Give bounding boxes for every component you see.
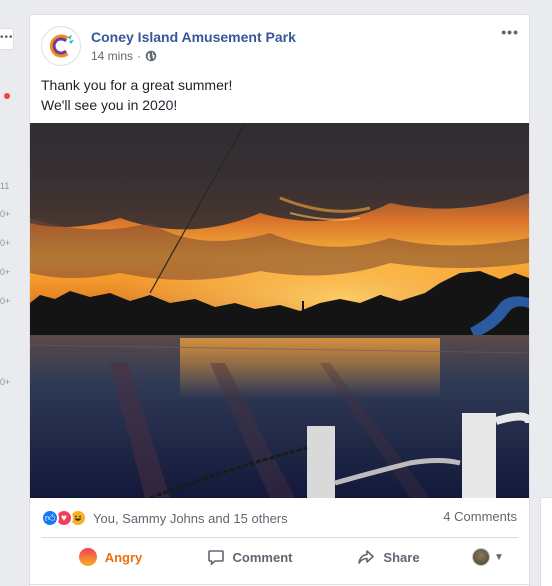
- comment-icon: [207, 550, 224, 566]
- user-avatar: [472, 548, 491, 566]
- reaction-summary[interactable]: 👍︎ ♥ You, Sammy Johns and 15 others: [41, 507, 288, 529]
- sunset-pool-image: [30, 123, 529, 498]
- sidebar-more-button[interactable]: •••: [0, 28, 14, 50]
- post-options-button[interactable]: •••: [501, 25, 519, 39]
- comment-label: Comment: [232, 549, 293, 565]
- post-header: Coney Island Amusement Park 14 mins · ••…: [30, 15, 529, 71]
- post-action-bar: Angry Comment Share ▼: [41, 542, 518, 572]
- sidebar-count: 0+: [0, 377, 11, 387]
- page-avatar[interactable]: [41, 26, 81, 66]
- divider: [30, 584, 529, 585]
- divider: [41, 537, 518, 538]
- post-text-line: Thank you for a great summer!: [41, 77, 233, 93]
- post-meta: 14 mins ·: [91, 49, 157, 63]
- sidebar-count: 0+: [0, 209, 11, 219]
- coney-island-logo-icon: [49, 34, 74, 58]
- post-photo[interactable]: [30, 123, 529, 498]
- share-icon: [358, 550, 375, 564]
- right-panel-fragment: [540, 497, 552, 586]
- reaction-names[interactable]: You, Sammy Johns and 15 others: [93, 511, 288, 526]
- sidebar-count: 11: [0, 181, 10, 191]
- share-button[interactable]: Share: [319, 548, 458, 566]
- comment-button[interactable]: Comment: [180, 548, 319, 566]
- sidebar-count: 0+: [0, 267, 11, 277]
- like-icon: 👍︎: [41, 509, 59, 527]
- sidebar-count: 0+: [0, 238, 11, 248]
- meta-separator: ·: [137, 49, 142, 63]
- post-timestamp[interactable]: 14 mins: [91, 49, 133, 63]
- page-name-link[interactable]: Coney Island Amusement Park: [91, 29, 296, 45]
- post-message: Thank you for a great summer! We'll see …: [41, 75, 232, 115]
- left-sidebar-fragment: ••• 11 0+ 0+ 0+ 0+ 0+: [0, 0, 14, 586]
- chevron-down-icon: ▼: [494, 551, 504, 563]
- comments-count-link[interactable]: 4 Comments: [443, 509, 517, 524]
- angry-reaction-button[interactable]: Angry: [41, 548, 180, 566]
- post-as-selector[interactable]: ▼: [458, 548, 518, 566]
- feed-post: Coney Island Amusement Park 14 mins · ••…: [29, 14, 530, 586]
- globe-icon: [145, 50, 157, 62]
- angry-label: Angry: [104, 549, 143, 565]
- sidebar-count: 0+: [0, 296, 11, 306]
- angry-icon: [78, 548, 97, 566]
- notification-dot: [4, 93, 10, 99]
- post-text-line: We'll see you in 2020!: [41, 97, 178, 113]
- share-label: Share: [383, 549, 420, 565]
